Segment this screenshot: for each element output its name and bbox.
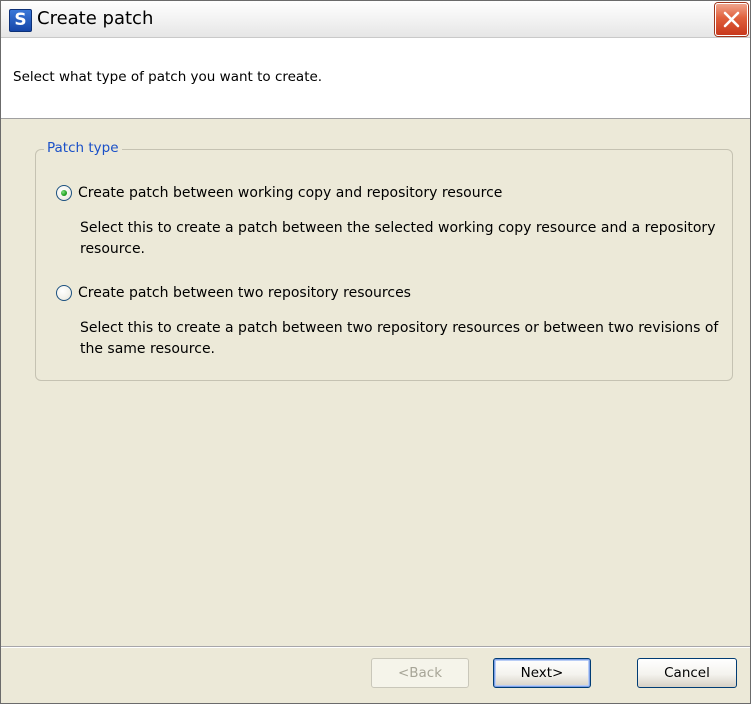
option-description: Select this to create a patch between tw…	[80, 320, 719, 357]
dialog-title: Create patch	[37, 8, 154, 29]
cancel-button[interactable]: Cancel	[637, 658, 737, 688]
radio-button-checked[interactable]	[56, 185, 72, 201]
header-banner: Select what type of patch you want to cr…	[1, 38, 750, 119]
content-area: Patch type Create patch between working …	[1, 119, 750, 646]
app-logo-icon: S	[9, 9, 32, 32]
radio-button[interactable]	[56, 285, 72, 301]
option-two-repository[interactable]: Create patch between two repository reso…	[56, 285, 411, 301]
create-patch-dialog: S Create patch Select what type of patch…	[0, 0, 751, 704]
next-button[interactable]: Next>	[493, 658, 591, 688]
group-legend: Patch type	[44, 140, 122, 156]
option-label[interactable]: Create patch between working copy and re…	[78, 185, 502, 201]
option-label[interactable]: Create patch between two repository reso…	[78, 285, 411, 301]
option-description: Select this to create a patch between th…	[80, 220, 716, 257]
title-bar[interactable]: S Create patch	[1, 1, 750, 38]
back-button[interactable]: <Back	[371, 658, 469, 688]
button-bar: <Back Next> Cancel	[1, 648, 750, 703]
close-button[interactable]	[715, 3, 748, 36]
option-working-copy[interactable]: Create patch between working copy and re…	[56, 185, 502, 201]
patch-type-group: Patch type Create patch between working …	[35, 140, 733, 381]
close-icon	[723, 11, 740, 28]
banner-message: Select what type of patch you want to cr…	[13, 69, 323, 85]
